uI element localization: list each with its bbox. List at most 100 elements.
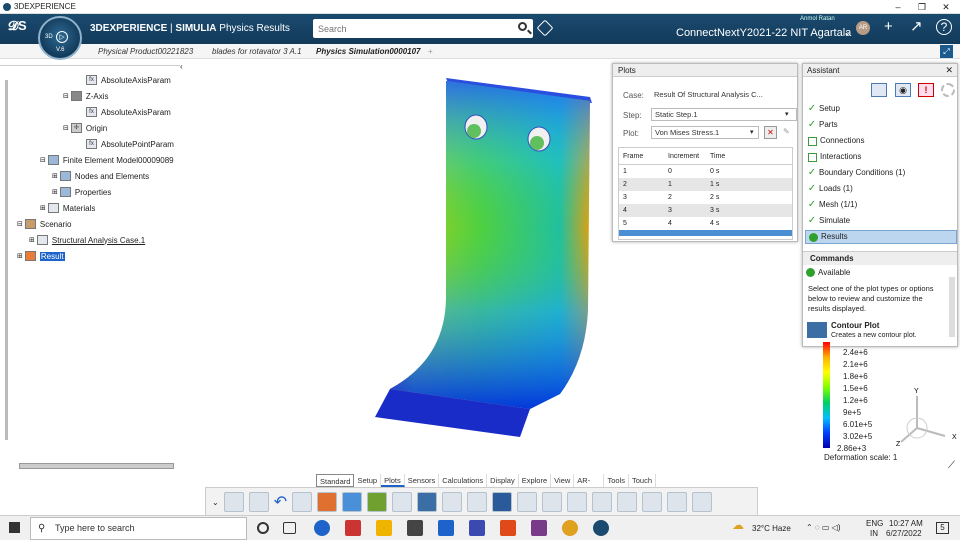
plot-settings-icon[interactable]: ✕ [764,126,777,139]
axis-triad[interactable]: Y X Z [893,384,959,454]
windows-start-icon[interactable] [9,522,20,533]
add-tab-icon[interactable]: + [428,47,433,56]
tree-node[interactable]: fx AbsolutePointParam [86,139,174,149]
table-row[interactable]: 3 2 2 s [619,191,792,204]
table-icon[interactable] [392,492,413,512]
alert-icon[interactable]: ! [918,83,934,97]
table-row[interactable]: 4 3 3 s [619,204,792,217]
assistant-step-loads[interactable]: ✓ Loads (1) [805,182,957,196]
app-icon[interactable] [345,520,361,536]
deformation-icon[interactable] [342,492,363,512]
table-row[interactable]: 1 0 0 s [619,165,792,178]
tree-node[interactable]: ⊞ Nodes and Elements [52,171,149,181]
tab-physics-simulation[interactable]: Physics Simulation0000107 [316,47,421,56]
chrome-icon[interactable] [562,520,578,536]
search-box[interactable] [313,19,533,38]
help-icon[interactable]: ? [936,19,952,35]
edit-icon[interactable]: ✎ [783,127,790,136]
organization-selector[interactable]: ConnectNextY2021-22 NIT Agartala [676,27,851,39]
symbol-plot-icon[interactable] [367,492,388,512]
tree-horizontal-scrollbar[interactable] [19,463,174,469]
weather-text[interactable]: 32°C Haze [752,524,791,533]
app-icon[interactable] [469,520,485,536]
add-icon[interactable]: + [884,19,893,35]
chevron-down-icon[interactable]: ⌄ [844,28,851,37]
app-icon[interactable] [531,520,547,536]
close-icon[interactable]: ✕ [945,65,953,76]
histogram-icon[interactable] [467,492,488,512]
part-icon[interactable] [292,492,313,512]
search-input[interactable] [313,19,503,38]
assistant-step-parts[interactable]: ✓ Parts [805,118,957,132]
tag-icon[interactable] [536,19,554,37]
region-indicator[interactable]: IN [870,529,878,538]
tab-sensors[interactable]: Sensors [405,474,440,487]
tree-node[interactable]: ⊟ Finite Element Model00009089 [40,155,174,165]
eye-icon[interactable]: ◉ [895,83,911,97]
layers-icon[interactable] [667,492,688,512]
line-chart-icon[interactable] [517,492,538,512]
tree-vertical-scrollbar[interactable] [5,80,8,440]
probe-icon[interactable] [592,492,613,512]
column-header[interactable]: Time [706,153,786,160]
cortana-icon[interactable] [257,522,269,534]
contour-plot-title[interactable]: Contour Plot [831,321,879,330]
avatar[interactable]: AR [856,21,870,35]
tab-touch[interactable]: Touch [629,474,656,487]
assistant-step-simulate[interactable]: ✓ Simulate [805,214,957,228]
system-tray-icons[interactable]: ⌃ ◌ ▭ ◁) [806,523,841,532]
animate-icon[interactable] [642,492,663,512]
column-header[interactable]: Increment [664,153,706,160]
contour-icon[interactable] [317,492,338,512]
tab-ar-vr[interactable]: AR-VR [574,474,605,494]
notification-icon[interactable]: 5 [936,522,949,534]
bar-chart-icon[interactable] [442,492,463,512]
tree-node[interactable]: fx AbsoluteAxisParam [86,107,171,117]
report-icon[interactable] [692,492,713,512]
table-row[interactable]: 5 4 4 s [619,217,792,230]
tab-tools[interactable]: Tools [604,474,629,487]
mail-icon[interactable] [438,520,454,536]
tab-view[interactable]: View [551,474,575,487]
tree-node[interactable]: ⊟ ✢ Origin [63,123,107,133]
assistant-scrollbar[interactable] [949,277,955,337]
3dexperience-icon[interactable] [593,520,609,536]
selected-row[interactable] [619,230,792,236]
step-select[interactable]: Static Step.1 [651,108,797,121]
assistant-step-boundary-conditions[interactable]: ✓ Boundary Conditions (1) [805,166,957,180]
table-view-icon[interactable] [871,83,887,97]
file-explorer-icon[interactable] [376,520,392,536]
resize-icon[interactable]: ⟋ [948,460,955,471]
share-icon[interactable]: ↗ [910,19,923,35]
tree-node[interactable]: ⊞ Properties [52,187,111,197]
play-icon[interactable]: ▷ [56,31,68,43]
office-icon[interactable] [500,520,516,536]
tree-node[interactable]: ⊞ Structural Analysis Case.1 [29,235,145,245]
column-header[interactable]: Frame [619,153,664,160]
paste-icon[interactable] [248,492,269,512]
tree-node[interactable]: ⊟ Scenario [17,219,71,229]
minimize-icon[interactable]: – [886,0,910,14]
expand-icon[interactable]: ⤢ [940,45,953,58]
sensor-icon[interactable] [417,492,438,512]
contour-plot-icon[interactable] [807,322,827,338]
tab-physical-product[interactable]: Physical Product00221823 [98,47,193,56]
assistant-step-mesh[interactable]: ✓ Mesh (1/1) [805,198,957,212]
plot-select[interactable]: Von Mises Stress.1 [651,126,759,139]
tree-collapse-icon[interactable]: ‹ [180,62,183,71]
scatter-icon[interactable] [567,492,588,512]
undo-icon[interactable]: ↶ [274,492,287,512]
tree-node[interactable]: fx AbsoluteAxisParam [86,75,171,85]
tree-top-scroll[interactable] [0,60,180,66]
assistant-step-connections[interactable]: Connections [805,134,957,148]
tree-node-result[interactable]: ⊞ Result [17,251,65,261]
task-view-icon[interactable] [283,522,296,534]
chevron-down-icon[interactable]: ⌄ [212,498,219,507]
chevron-down-icon[interactable]: ▾ [785,110,789,118]
assistant-step-setup[interactable]: ✓ Setup [805,102,957,116]
tab-standard[interactable]: Standard [316,474,355,487]
gear-icon[interactable] [941,83,955,97]
weather-icon[interactable]: ☁ [732,518,744,532]
clock-time[interactable]: 10:27 AM [889,519,923,528]
language-indicator[interactable]: ENG [866,519,883,528]
